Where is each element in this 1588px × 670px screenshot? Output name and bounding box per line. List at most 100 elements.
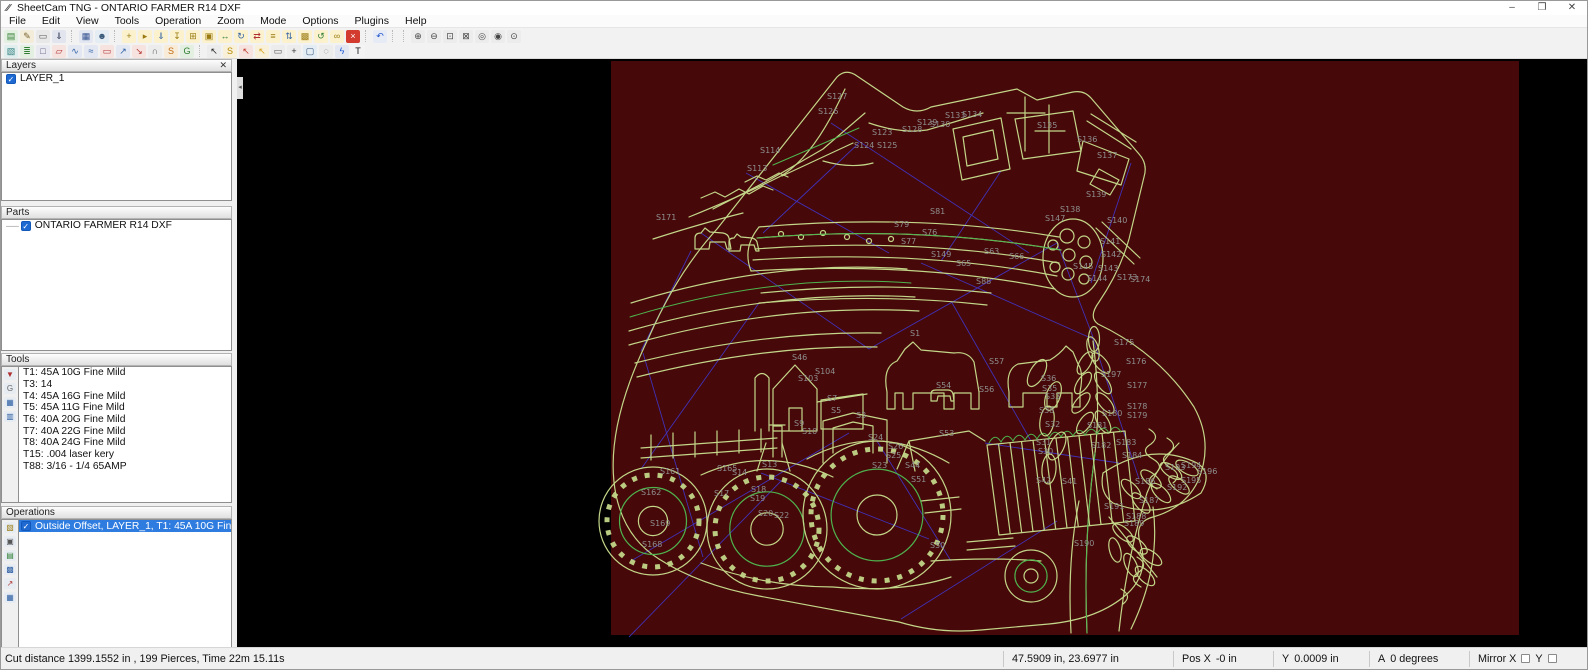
wireframe-view-icon[interactable]: ▧ <box>4 44 18 58</box>
move-part-icon[interactable]: ↔ <box>218 29 232 43</box>
show-material-icon[interactable]: ≣ <box>20 44 34 58</box>
select-operation-icon[interactable]: ↖ <box>255 44 269 58</box>
layers-list[interactable]: ✓ LAYER_1 <box>1 72 232 201</box>
nest-parts-icon[interactable]: ▩ <box>298 29 312 43</box>
menu-tools[interactable]: Tools <box>107 15 148 27</box>
reload-part-icon[interactable]: ↺ <box>314 29 328 43</box>
gcode-tool-icon[interactable]: G <box>4 383 16 394</box>
simulation-window-icon[interactable]: ▢ <box>303 44 317 58</box>
import-part-icon[interactable]: ↧ <box>170 29 184 43</box>
operation-table-icon[interactable]: ▦ <box>4 592 16 603</box>
undo-icon[interactable]: ↶ <box>373 29 387 43</box>
menu-plugins[interactable]: Plugins <box>347 15 397 27</box>
drawing-canvas[interactable]: S127S126S114S113S123S124 S125S171S128S129… <box>237 59 1588 649</box>
gcode-view-icon[interactable]: G <box>180 44 194 58</box>
tool-grid-icon[interactable]: ▥ <box>4 411 16 422</box>
parts-panel-title: Parts <box>6 207 30 218</box>
zoom-window-icon[interactable]: ⊡ <box>443 29 457 43</box>
contour-operation-icon[interactable]: ▤ <box>4 550 16 561</box>
tool-row[interactable]: T5: 45A 11G Fine Mild <box>19 402 231 414</box>
operation-row[interactable]: ✓ Outside Offset, LAYER_1, T1: 45A 10G Fi… <box>19 520 231 532</box>
menu-operation[interactable]: Operation <box>147 15 209 27</box>
zoom-extents-icon[interactable]: ⊠ <box>459 29 473 43</box>
zoom-previous-icon[interactable]: ⊙ <box>507 29 521 43</box>
menu-options[interactable]: Options <box>294 15 346 27</box>
tool-row[interactable]: T15: .004 laser kery <box>19 449 231 461</box>
tool-row[interactable]: T6: 40A 20G Fine Mild <box>19 414 231 426</box>
open-part-icon[interactable]: ▸ <box>138 29 152 43</box>
menu-mode[interactable]: Mode <box>252 15 294 27</box>
nest-operation-icon[interactable]: ▩ <box>4 564 16 575</box>
layer-checkbox[interactable]: ✓ <box>6 73 16 84</box>
menu-edit[interactable]: Edit <box>34 15 68 27</box>
tool-row[interactable]: T1: 45A 10G Fine Mild <box>19 367 231 379</box>
new-part-icon[interactable]: + <box>122 29 136 43</box>
text-tool-icon[interactable]: T <box>351 44 365 58</box>
menu-file[interactable]: File <box>1 15 34 27</box>
post-process-icon[interactable]: ⇓ <box>52 29 66 43</box>
tool-row[interactable]: T7: 40A 22G Fine Mild <box>19 425 231 437</box>
menu-help[interactable]: Help <box>397 15 435 27</box>
delete-part-icon[interactable]: × <box>346 29 360 43</box>
zoom-part-icon[interactable]: ◉ <box>491 29 505 43</box>
operations-list[interactable]: ✓ Outside Offset, LAYER_1, T1: 45A 10G Fi… <box>18 520 231 648</box>
select-region-icon[interactable]: ▭ <box>271 44 285 58</box>
pan-view-icon[interactable]: + <box>287 44 301 58</box>
offset-path-icon[interactable]: ▭ <box>100 44 114 58</box>
node-edit-icon[interactable]: ∿ <box>68 44 82 58</box>
part-checkbox[interactable]: ✓ <box>20 220 31 231</box>
spline-edit-icon[interactable]: ≈ <box>84 44 98 58</box>
layer-row[interactable]: ✓ LAYER_1 <box>2 73 231 85</box>
print-icon[interactable]: ▭ <box>36 29 50 43</box>
tool-row[interactable]: T3: 14 <box>19 379 231 391</box>
zoom-in-icon[interactable]: ⊕ <box>411 29 425 43</box>
copy-part-icon[interactable]: ⊞ <box>186 29 200 43</box>
minimize-button[interactable]: – <box>1497 1 1527 15</box>
tool-row[interactable]: T8: 40A 24G Fine Mild <box>19 437 231 449</box>
group-parts-icon[interactable]: ≡ <box>266 29 280 43</box>
open-job-icon[interactable]: ▤ <box>4 29 18 43</box>
duplicate-part-icon[interactable]: ▣ <box>202 29 216 43</box>
select-mode-icon[interactable]: ↖ <box>207 44 221 58</box>
close-button[interactable]: ✕ <box>1557 1 1587 15</box>
mirror-x-checkbox[interactable] <box>1521 654 1531 663</box>
link-parts-icon[interactable]: ∞ <box>330 29 344 43</box>
tool-row[interactable]: T88: 3/16 - 1/4 65AMP <box>19 461 231 473</box>
edit-operation-icon[interactable]: ▣ <box>4 536 16 547</box>
mirror-y-checkbox[interactable] <box>1547 654 1557 663</box>
contour-tool-icon[interactable]: ▱ <box>52 44 66 58</box>
bridge-tool-icon[interactable]: ∩ <box>148 44 162 58</box>
align-parts-icon[interactable]: ⇅ <box>282 29 296 43</box>
plasma-tool-icon[interactable]: ▼ <box>4 369 16 380</box>
tool-row[interactable]: T4: 45A 16G Fine Mild <box>19 390 231 402</box>
select-contour-icon[interactable]: S <box>223 44 237 58</box>
marquee-icon[interactable]: ◌ <box>319 44 333 58</box>
operator-icon[interactable]: ☻ <box>95 29 109 43</box>
tools-list[interactable]: T1: 45A 10G Fine Mild T3: 14 T4: 45A 16G F… <box>18 367 231 502</box>
zoom-drawing-icon[interactable]: ◎ <box>475 29 489 43</box>
rotate-part-icon[interactable]: ↻ <box>234 29 248 43</box>
select-part-icon[interactable]: ↖ <box>239 44 253 58</box>
tool-table-icon[interactable]: ▦ <box>4 397 16 408</box>
part-row[interactable]: ── ✓ ONTARIO FARMER R14 DXF <box>2 220 231 232</box>
zoom-out-icon[interactable]: ⊖ <box>427 29 441 43</box>
rotate-part-view-icon[interactable]: ↘ <box>132 44 146 58</box>
menu-view[interactable]: View <box>68 15 107 27</box>
jet-operation-icon[interactable]: ↗ <box>4 578 16 589</box>
maximize-button[interactable]: ❐ <box>1527 1 1557 15</box>
sidebar-collapse-handle[interactable]: ◂ <box>237 77 243 99</box>
layers-close-icon[interactable]: ✕ <box>219 60 227 71</box>
save-part-icon[interactable]: ⇓ <box>154 29 168 43</box>
new-operation-icon[interactable]: ▧ <box>4 522 16 533</box>
show-parts-icon[interactable]: □ <box>36 44 50 58</box>
move-part-view-icon[interactable]: ↗ <box>116 44 130 58</box>
plunge-icon[interactable]: ϟ <box>335 44 349 58</box>
calculator-icon[interactable]: ▦ <box>79 29 93 43</box>
drawing-view[interactable]: S127 S126 S114 S113 S123 S124 S125 S171 S128 S129… <box>237 59 1588 649</box>
parts-list[interactable]: ── ✓ ONTARIO FARMER R14 DXF <box>1 219 232 351</box>
operation-checkbox[interactable]: ✓ <box>21 521 31 531</box>
menu-zoom[interactable]: Zoom <box>209 15 252 27</box>
edit-job-icon[interactable]: ✎ <box>20 29 34 43</box>
start-point-icon[interactable]: S <box>164 44 178 58</box>
mirror-part-icon[interactable]: ⇄ <box>250 29 264 43</box>
